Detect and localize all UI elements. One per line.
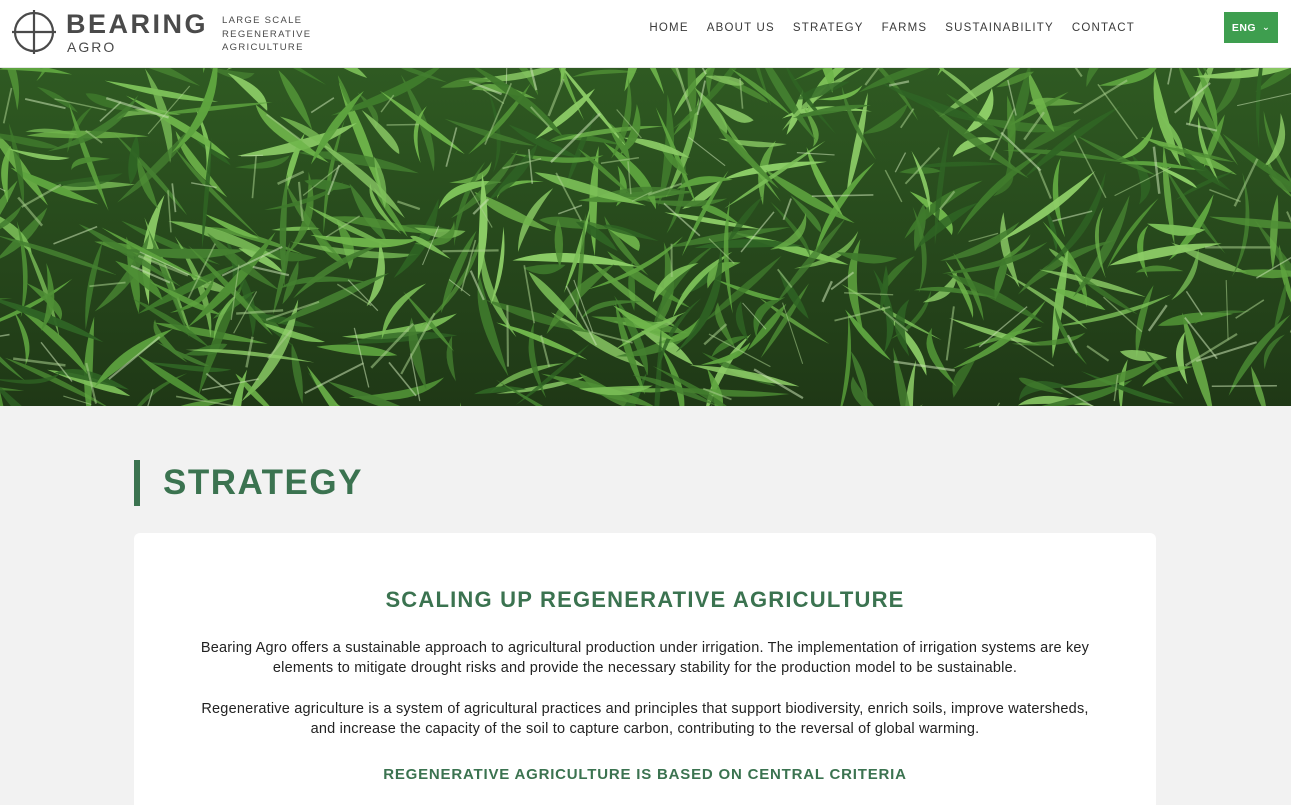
main-nav: HOME ABOUT US STRATEGY FARMS SUSTAINABIL… [631,22,1135,34]
leaf-highlight [386,123,419,126]
nav-about-us[interactable]: ABOUT US [707,22,775,34]
section-title: STRATEGY [134,460,363,506]
leaf-highlight [442,249,499,253]
brand-sub: AGRO [67,39,117,55]
title-accent-bar [134,460,140,506]
nav-contact[interactable]: CONTACT [1072,22,1135,34]
page-title: STRATEGY [163,463,363,502]
leaf-highlight [505,68,508,84]
content-card: SCALING UP REGENERATIVE AGRICULTURE Bear… [134,533,1156,805]
crosshair-logo-icon [12,10,56,54]
brand-main: BEARING [66,9,209,39]
leaf-highlight [506,305,509,367]
nav-sustainability[interactable]: SUSTAINABILITY [945,22,1054,34]
language-label: ENG [1231,21,1257,34]
site-header: BEARING AGRO LARGE SCALE REGENERATIVE AG… [0,0,1291,68]
chevron-down-icon: ⌄ [1262,22,1271,32]
nav-farms[interactable]: FARMS [882,22,928,34]
tagline-line: LARGE SCALE [222,15,303,26]
language-selector[interactable]: ENG ⌄ [1224,12,1278,43]
brand-tagline: LARGE SCALE REGENERATIVE AGRICULTURE [222,14,311,55]
intro-paragraph: Bearing Agro offers a sustainable approa… [200,640,1090,676]
card-heading: SCALING UP REGENERATIVE AGRICULTURE [385,587,905,612]
card-subheading: REGENERATIVE AGRICULTURE IS BASED ON CEN… [383,766,907,783]
corn-field-photo [0,68,1291,406]
tagline-line: REGENERATIVE [222,28,312,40]
hero-image [0,68,1291,406]
nav-strategy[interactable]: STRATEGY [793,22,864,34]
definition-paragraph: Regenerative agriculture is a system of … [201,701,1089,737]
nav-home[interactable]: HOME [649,22,688,34]
tagline-line: AGRICULTURE [222,42,304,53]
logo[interactable]: BEARING AGRO LARGE SCALE REGENERATIVE AG… [12,10,311,55]
brand-name: BEARING AGRO [66,9,209,55]
